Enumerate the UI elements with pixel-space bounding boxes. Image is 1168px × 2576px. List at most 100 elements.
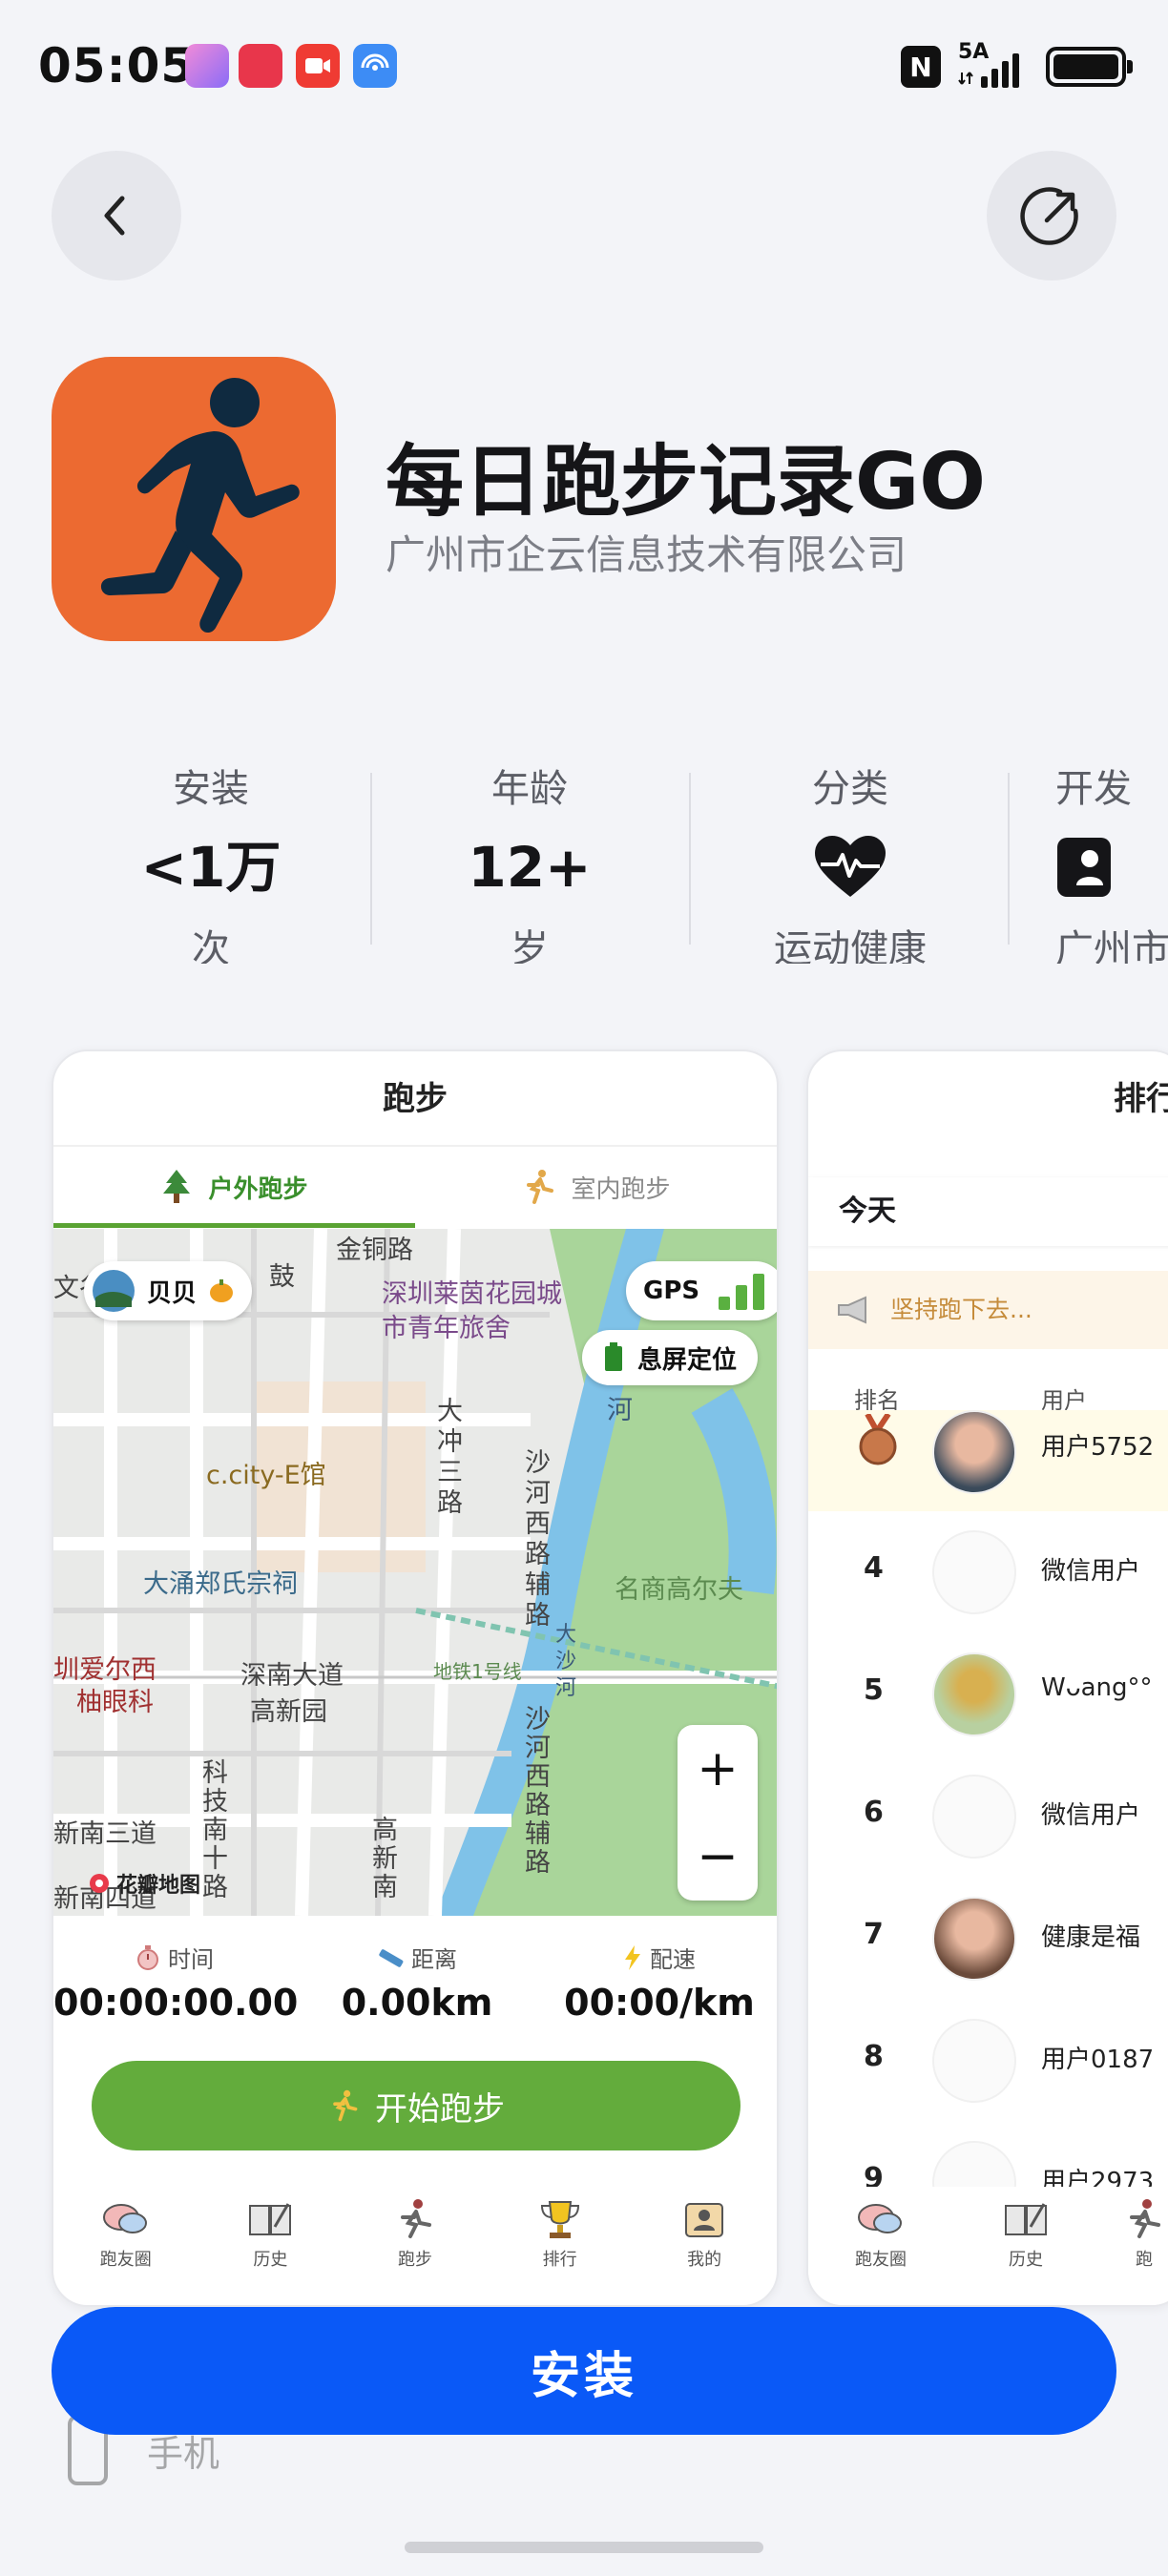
metric-label: 配速	[650, 1946, 696, 1973]
run-mode-tabs: 户外跑步 室内跑步	[53, 1147, 777, 1228]
metric-label: 时间	[168, 1946, 214, 1973]
rank-user: 健康是福	[1041, 1923, 1141, 1952]
nfc-icon: N	[901, 46, 941, 88]
nav-label: 排行	[542, 2250, 577, 2270]
nav-item-community[interactable]: 跑友圈	[808, 2187, 953, 2305]
ranking-row: 5 Wᴗang°°	[808, 1631, 1168, 1754]
map-view: 金铜路 文谷 鼓 深圳莱茵花园城 市青年旅舍 大冲三路 河 c.city-E馆 …	[53, 1229, 777, 1916]
metric-label: 距离	[411, 1946, 457, 1973]
runner-icon	[527, 1170, 554, 1204]
nav-item-history[interactable]: 历史	[953, 2187, 1098, 2305]
megaphone-icon	[838, 1296, 866, 1324]
nav-item-history[interactable]: 历史	[198, 2187, 344, 2305]
metric-time: 时间 00:00:00.00	[53, 1922, 299, 2024]
period-selector: 今天	[808, 1177, 1168, 1246]
bottom-nav: 跑友圈 历史 跑	[808, 2187, 1168, 2305]
zoom-in-button[interactable]: +	[678, 1725, 758, 1813]
runner-logo-icon	[100, 378, 300, 634]
home-indicator[interactable]	[405, 2542, 763, 2553]
nav-item-run[interactable]: 跑步	[343, 2187, 488, 2305]
stat-category[interactable]: 分类 运动健康	[693, 754, 1008, 964]
map-label: 科技南十路	[202, 1758, 228, 1902]
nav-item-run[interactable]: 跑	[1098, 2187, 1168, 2305]
avatar	[932, 1897, 1016, 1981]
stat-value: <1万	[140, 835, 282, 900]
stat-value: 12+	[468, 835, 592, 900]
ruler-icon	[379, 1948, 404, 1967]
map-label: 河	[607, 1396, 633, 1425]
rank-user: 用户5752	[1041, 1433, 1155, 1462]
ranking-row: 6 微信用户	[808, 1754, 1168, 1876]
tab-outdoor: 户外跑步	[53, 1147, 415, 1227]
stat-sub: 岁	[511, 927, 549, 964]
screen-lock-location-button[interactable]: 息屏定位	[582, 1330, 759, 1385]
avatar	[932, 1410, 1016, 1494]
lightning-icon	[625, 1944, 640, 1970]
stat-label: 分类	[812, 767, 888, 811]
stat-developer[interactable]: 开发 广州市	[1010, 754, 1168, 964]
map-label: 市青年旅舍	[382, 1314, 511, 1343]
gps-chip: GPS	[626, 1261, 777, 1320]
battery-icon	[1046, 47, 1133, 87]
run-metrics: 时间 00:00:00.00 距离 0.00km 配速 00:00/km	[53, 1922, 777, 2046]
chevron-left-icon	[104, 196, 125, 236]
map-brand: 花瓣地图	[88, 1868, 200, 1899]
trophy-icon	[540, 2201, 579, 2238]
screenshot-running[interactable]: 跑步 户外跑步 室内跑步 金铜路 文谷 鼓 深圳莱茵花园城 市青年旅舍 大冲三路…	[52, 1049, 779, 2307]
screenshot-ranking[interactable]: 排行 今天 坚持跑下去... 排名 用户 用户5752 4 微信用户 5 Wᴗa…	[806, 1049, 1168, 2307]
screen-title: 排行	[1114, 1080, 1168, 1118]
tab-label: 户外跑步	[208, 1174, 308, 1204]
app-title: 每日跑步记录GO	[386, 437, 987, 528]
gps-signal-icon	[719, 1274, 765, 1310]
metric-value: 0.00km	[341, 1982, 493, 2024]
map-label: 深南大道	[240, 1661, 344, 1691]
install-button[interactable]: 安装	[52, 2307, 1116, 2435]
app-icon	[52, 357, 336, 641]
battery-green-icon	[605, 1342, 622, 1371]
stat-label: 安装	[173, 767, 249, 811]
rank-user: 用户0187	[1041, 2046, 1155, 2074]
screen-title: 跑步	[53, 1051, 777, 1147]
zoom-out-button[interactable]: −	[678, 1813, 758, 1901]
nav-item-me[interactable]: 我的	[632, 2187, 777, 2305]
zoom-control: + −	[678, 1725, 758, 1901]
app-gallery-icon	[239, 44, 282, 88]
status-indicators: N 5A	[901, 40, 1133, 92]
nav-item-community[interactable]: 跑友圈	[53, 2187, 198, 2305]
metric-value: 00:00:00.00	[53, 1982, 299, 2024]
map-brand-label: 花瓣地图	[116, 1874, 201, 1898]
avatar	[932, 1775, 1016, 1859]
share-icon	[1020, 187, 1078, 245]
metric-value: 00:00/km	[564, 1982, 755, 2024]
avatar	[932, 1652, 1016, 1736]
stats-row: 安装 <1万 次 年龄 12+ 岁 分类 运动健康 开发 广州市	[0, 754, 1168, 964]
avatar-icon	[93, 1270, 135, 1312]
nav-label: 历史	[253, 2250, 288, 2270]
avatar	[932, 2019, 1016, 2103]
bronze-medal-icon	[859, 1414, 897, 1465]
nav-label: 跑步	[397, 2250, 432, 2270]
rank-user: Wᴗang°°	[1041, 1673, 1153, 1702]
tab-indoor: 室内跑步	[415, 1147, 777, 1227]
user-chip[interactable]: 贝贝	[84, 1261, 253, 1320]
map-label: 深圳莱茵花园城	[382, 1279, 562, 1309]
timer-icon	[137, 1944, 158, 1970]
stat-sub: 运动健康	[774, 927, 927, 964]
share-button[interactable]	[987, 151, 1116, 280]
rank-number: 7	[864, 1918, 884, 1951]
back-button[interactable]	[52, 151, 181, 280]
rank-number: 4	[864, 1551, 884, 1585]
start-run-label: 开始跑步	[375, 2089, 505, 2129]
tab-label: 室内跑步	[571, 1174, 671, 1204]
gps-label: GPS	[643, 1277, 700, 1305]
stat-label: 年龄	[491, 767, 568, 811]
nav-item-ranking[interactable]: 排行	[488, 2187, 633, 2305]
app-detail-page: 05:05 N 5A 每日跑步记录GO 广州市企云信息技术有限公司 安装 <1万…	[0, 0, 1168, 2576]
signal-icon: 5A	[958, 40, 1029, 88]
stat-sub: 广州市	[1055, 927, 1168, 964]
stat-label: 开发	[1055, 767, 1132, 811]
start-run-button[interactable]: 开始跑步	[92, 2061, 740, 2150]
bottom-nav: 跑友圈 历史 跑步 排行 我的	[53, 2187, 777, 2305]
developer-name[interactable]: 广州市企云信息技术有限公司	[386, 523, 907, 581]
metric-distance: 距离 0.00km	[296, 1922, 538, 2024]
